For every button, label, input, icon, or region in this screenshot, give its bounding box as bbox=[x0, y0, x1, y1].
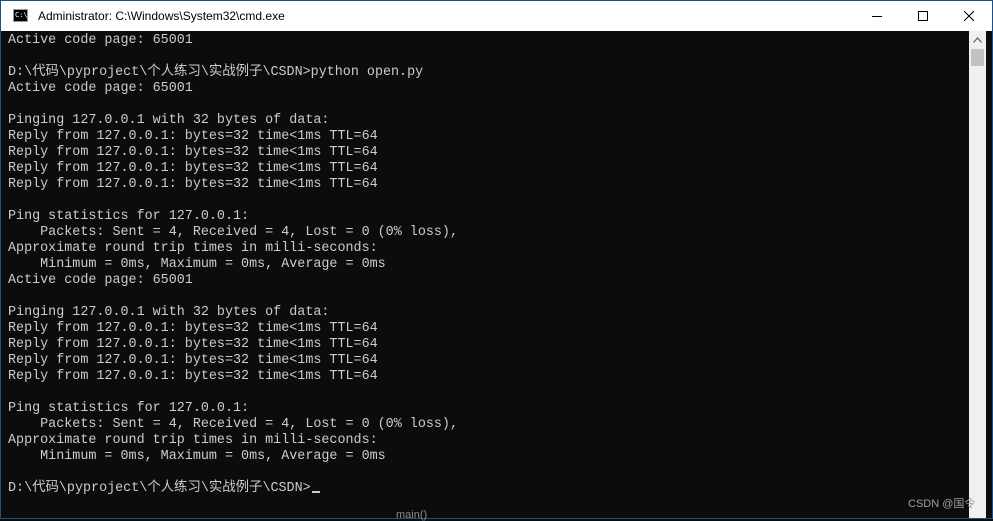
title-bar[interactable]: C:\ Administrator: C:\Windows\System32\c… bbox=[1, 1, 992, 31]
console-line: Active code page: 65001 bbox=[8, 81, 193, 96]
console-line: Minimum = 0ms, Maximum = 0ms, Average = … bbox=[8, 449, 386, 464]
console-line: Pinging 127.0.0.1 with 32 bytes of data: bbox=[8, 305, 330, 320]
console-line: Approximate round trip times in milli-se… bbox=[8, 241, 378, 256]
console-line: Ping statistics for 127.0.0.1: bbox=[8, 209, 250, 224]
close-button[interactable] bbox=[946, 1, 992, 31]
console-line: Active code page: 65001 bbox=[8, 273, 193, 288]
cmd-window: C:\ Administrator: C:\Windows\System32\c… bbox=[0, 0, 993, 521]
console-line: Approximate round trip times in milli-se… bbox=[8, 433, 378, 448]
vertical-scrollbar[interactable] bbox=[969, 31, 986, 518]
minimize-button[interactable] bbox=[854, 1, 900, 31]
console-line: D:\代码\pyproject\个人练习\实战例子\CSDN> bbox=[8, 481, 320, 497]
close-icon bbox=[964, 11, 974, 21]
console-line: Reply from 127.0.0.1: bytes=32 time<1ms … bbox=[8, 369, 378, 384]
console-line: Reply from 127.0.0.1: bytes=32 time<1ms … bbox=[8, 337, 378, 352]
scroll-up-button[interactable] bbox=[969, 31, 986, 48]
console-line: Packets: Sent = 4, Received = 4, Lost = … bbox=[8, 225, 458, 240]
console-line: Reply from 127.0.0.1: bytes=32 time<1ms … bbox=[8, 145, 378, 160]
console-line: Active code page: 65001 bbox=[8, 33, 193, 48]
console-line: Packets: Sent = 4, Received = 4, Lost = … bbox=[8, 417, 458, 432]
console-line: D:\代码\pyproject\个人练习\实战例子\CSDN>python op… bbox=[8, 65, 424, 80]
console-line: Reply from 127.0.0.1: bytes=32 time<1ms … bbox=[8, 353, 378, 368]
csdn-watermark: CSDN @国令 bbox=[908, 498, 976, 510]
console-line: Ping statistics for 127.0.0.1: bbox=[8, 401, 250, 416]
console-line: Reply from 127.0.0.1: bytes=32 time<1ms … bbox=[8, 321, 378, 336]
background-code-snippet: main() bbox=[396, 509, 428, 521]
console-line: Pinging 127.0.0.1 with 32 bytes of data: bbox=[8, 113, 330, 128]
console-line: Reply from 127.0.0.1: bytes=32 time<1ms … bbox=[8, 177, 378, 192]
scroll-thumb[interactable] bbox=[971, 49, 984, 66]
chevron-up-icon bbox=[973, 36, 982, 43]
console-output[interactable]: Active code page: 65001 D:\代码\pyproject\个… bbox=[1, 31, 969, 518]
maximize-button[interactable] bbox=[900, 1, 946, 31]
console-line: Reply from 127.0.0.1: bytes=32 time<1ms … bbox=[8, 129, 378, 144]
maximize-icon bbox=[918, 11, 928, 21]
cmd-icon[interactable]: C:\ bbox=[13, 9, 28, 22]
console-line: Minimum = 0ms, Maximum = 0ms, Average = … bbox=[8, 257, 386, 272]
minimize-icon bbox=[872, 16, 882, 17]
window-title: Administrator: C:\Windows\System32\cmd.e… bbox=[38, 9, 285, 23]
console-line: Reply from 127.0.0.1: bytes=32 time<1ms … bbox=[8, 161, 378, 176]
text-cursor bbox=[311, 491, 320, 493]
